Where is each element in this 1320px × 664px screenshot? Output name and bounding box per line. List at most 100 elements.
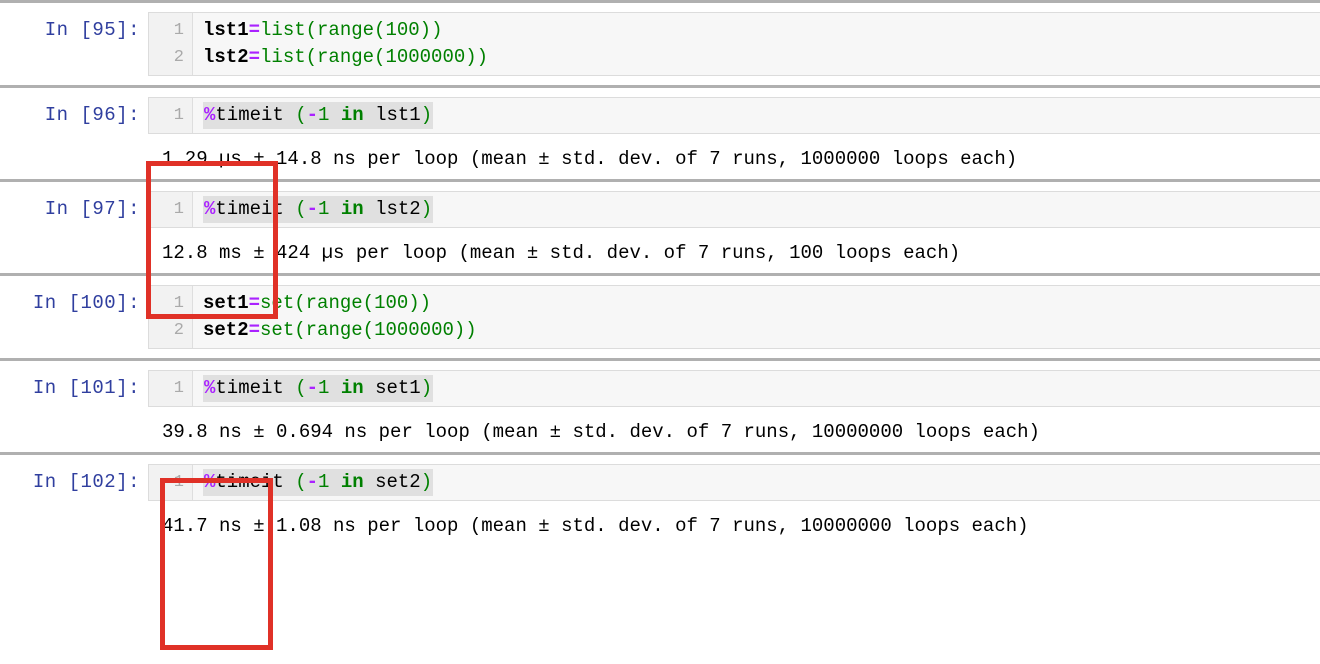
- code-source[interactable]: %timeit (-1 in lst1): [193, 98, 1320, 133]
- notebook-cell: In [96]: 1 %timeit (-1 in lst1) 1.29 µs ± 1…: [0, 88, 1320, 179]
- code-token: =: [248, 292, 261, 314]
- input-prompt-label: In [101]:: [32, 377, 140, 399]
- notebook-cell: In [102]: 1 %timeit (-1 in set2) 41.7 ns ± …: [0, 455, 1320, 546]
- code-token: set2: [203, 319, 249, 341]
- line-number: 1: [173, 473, 184, 492]
- notebook-cell: In [101]: 1 %timeit (-1 in set1) 39.8 ns ± …: [0, 361, 1320, 452]
- cell-output-row: 1.29 µs ± 14.8 ns per loop (mean ± std. …: [0, 143, 1320, 179]
- magic-command-highlight: %timeit (-1 in lst1): [203, 102, 434, 129]
- code-token: 1: [318, 377, 330, 399]
- cell-output-row: 12.8 ms ± 424 µs per loop (mean ± std. d…: [0, 237, 1320, 273]
- code-token: in: [340, 198, 364, 220]
- input-prompt-label: In [100]:: [32, 292, 140, 314]
- line-number-gutter: 1: [149, 465, 193, 500]
- code-source[interactable]: set1=set(range(100)) set2=set(range(10000…: [193, 286, 1320, 348]
- code-token: 100: [385, 19, 420, 41]
- code-token: =: [248, 19, 261, 41]
- code-input-row: In [102]: 1 %timeit (-1 in set2): [0, 455, 1320, 510]
- magic-command-highlight: %timeit (-1 in set1): [203, 375, 434, 402]
- code-token: ): [420, 198, 433, 220]
- code-token: (: [305, 46, 318, 68]
- code-line: set2=set(range(1000000)): [203, 317, 1320, 344]
- code-input-row: In [95]: 1 2 lst1=list(range(100)) lst2=list…: [0, 3, 1320, 85]
- code-token: (: [305, 19, 318, 41]
- code-source[interactable]: lst1=list(range(100)) lst2=list(range(100…: [193, 13, 1320, 75]
- code-token: range: [305, 292, 363, 314]
- line-number: 2: [173, 321, 184, 340]
- code-line: %timeit (-1 in set2): [203, 469, 1320, 496]
- code-input-row: In [101]: 1 %timeit (-1 in set1): [0, 361, 1320, 416]
- code-token: set: [260, 292, 295, 314]
- code-source[interactable]: %timeit (-1 in set1): [193, 371, 1320, 406]
- input-prompt-label: In [96]:: [44, 104, 140, 126]
- code-token: (: [294, 319, 306, 341]
- code-token: 100: [374, 292, 409, 314]
- line-number: 1: [173, 106, 184, 125]
- code-input-row: In [100]: 1 2 set1=set(range(100)) set2=set(…: [0, 276, 1320, 358]
- cell-output-row: 39.8 ns ± 0.694 ns per loop (mean ± std.…: [0, 416, 1320, 452]
- code-token: (: [374, 19, 386, 41]
- magic-command-highlight: %timeit (-1 in lst2): [203, 196, 434, 223]
- code-token: 1000000: [374, 319, 454, 341]
- notebook-cell: In [97]: 1 %timeit (-1 in lst2) 12.8 ms ± 4…: [0, 182, 1320, 273]
- code-token: )): [453, 319, 477, 341]
- code-token: -: [306, 377, 319, 399]
- code-token: (: [374, 46, 386, 68]
- code-token: 1: [318, 471, 330, 493]
- magic-command-highlight: %timeit (-1 in set2): [203, 469, 434, 496]
- notebook-cell: In [95]: 1 2 lst1=list(range(100)) lst2=list…: [0, 3, 1320, 85]
- code-token: list: [260, 46, 306, 68]
- code-editor[interactable]: 1 2 lst1=list(range(100)) lst2=list(range(1…: [148, 12, 1320, 76]
- code-token: lst2: [203, 46, 249, 68]
- code-input-row: In [97]: 1 %timeit (-1 in lst2): [0, 182, 1320, 237]
- code-input-row: In [96]: 1 %timeit (-1 in lst1): [0, 88, 1320, 143]
- code-token: -: [306, 198, 319, 220]
- code-token: timeit: [215, 104, 296, 126]
- output-stream-text: 41.7 ns ± 1.08 ns per loop (mean ± std. …: [162, 515, 1029, 537]
- input-prompt-label: In [102]:: [32, 471, 140, 493]
- code-source[interactable]: %timeit (-1 in lst2): [193, 192, 1320, 227]
- code-token: ): [420, 471, 433, 493]
- line-number-gutter: 1: [149, 192, 193, 227]
- line-number-gutter: 12: [149, 13, 193, 75]
- code-token: range: [317, 46, 375, 68]
- code-token: %: [204, 198, 216, 220]
- code-token: (: [294, 292, 306, 314]
- code-token: )): [419, 19, 443, 41]
- line-number-gutter: 1: [149, 98, 193, 133]
- code-editor[interactable]: 1 %timeit (-1 in lst1): [148, 97, 1320, 134]
- code-token: -: [306, 471, 319, 493]
- code-token: )): [465, 46, 489, 68]
- code-token: list: [260, 19, 306, 41]
- notebook-cell: In [100]: 1 2 set1=set(range(100)) set2=set(…: [0, 276, 1320, 358]
- code-token: -: [306, 104, 319, 126]
- code-token: (: [295, 377, 307, 399]
- code-token: in: [340, 471, 364, 493]
- code-editor[interactable]: 1 %timeit (-1 in lst2): [148, 191, 1320, 228]
- code-token: lst2: [363, 198, 421, 220]
- output-stream-text: 1.29 µs ± 14.8 ns per loop (mean ± std. …: [162, 148, 1018, 170]
- code-token: (: [295, 471, 307, 493]
- code-token: set1: [363, 377, 421, 399]
- input-prompt-label: In [97]:: [44, 198, 140, 220]
- code-token: (: [362, 319, 375, 341]
- code-editor[interactable]: 1 %timeit (-1 in set1): [148, 370, 1320, 407]
- code-editor[interactable]: 1 2 set1=set(range(100)) set2=set(range(100…: [148, 285, 1320, 349]
- code-source[interactable]: %timeit (-1 in set2): [193, 465, 1320, 500]
- line-number: 2: [173, 48, 184, 67]
- code-token: %: [204, 377, 216, 399]
- line-number: 1: [173, 379, 184, 398]
- code-token: ): [420, 377, 433, 399]
- code-line: %timeit (-1 in set1): [203, 375, 1320, 402]
- code-token: timeit: [215, 471, 296, 493]
- line-number-gutter: 1: [149, 371, 193, 406]
- code-editor[interactable]: 1 %timeit (-1 in set2): [148, 464, 1320, 501]
- code-line: set1=set(range(100)): [203, 290, 1320, 317]
- code-token: set: [260, 319, 295, 341]
- code-token: set1: [203, 292, 249, 314]
- line-number: 1: [173, 294, 184, 313]
- code-line: lst2=list(range(1000000)): [203, 44, 1320, 71]
